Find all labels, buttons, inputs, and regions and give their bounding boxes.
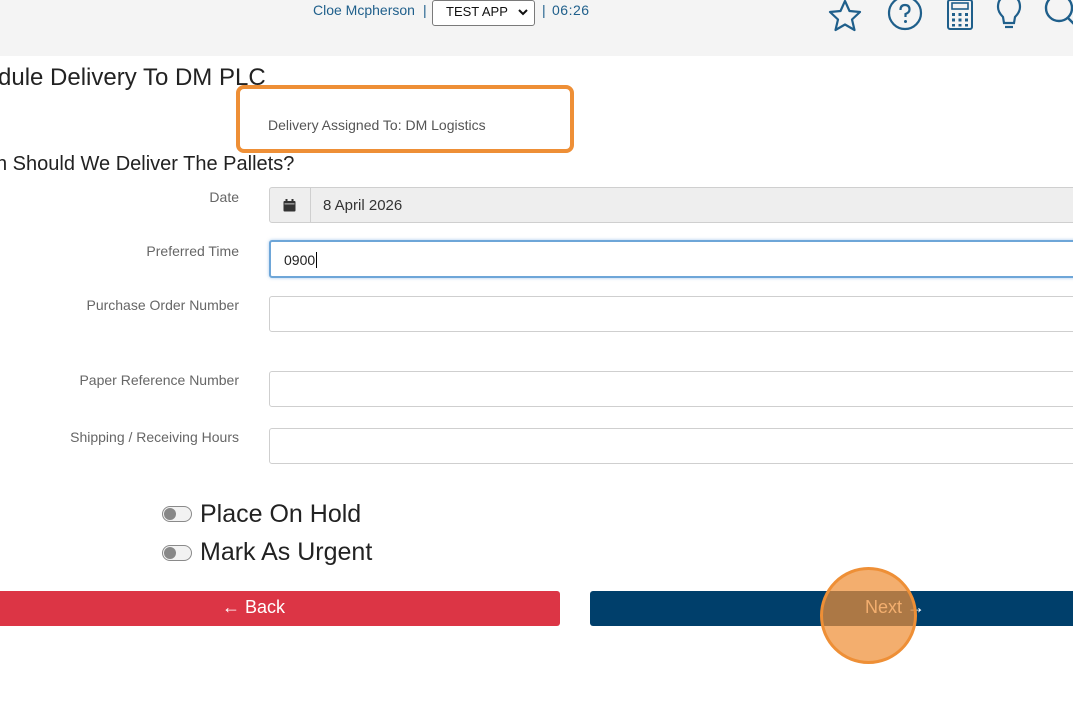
toggle-knob — [164, 508, 176, 520]
preferred-time-label: Preferred Time — [146, 243, 239, 259]
date-field[interactable]: 8 April 2026 — [269, 187, 1073, 223]
shipping-hours-input[interactable] — [269, 428, 1073, 464]
paper-reference-input[interactable] — [269, 371, 1073, 407]
purchase-order-label: Purchase Order Number — [86, 297, 239, 313]
delivery-assigned-text: Delivery Assigned To: DM Logistics — [268, 117, 486, 133]
page-title: dule Delivery To DM PLC — [0, 64, 266, 91]
shipping-hours-label: Shipping / Receiving Hours — [70, 429, 239, 445]
chevron-down-icon — [518, 9, 528, 16]
back-button-label: ← Back — [222, 597, 286, 617]
star-icon[interactable] — [826, 0, 864, 32]
preferred-time-input[interactable]: 0900 — [269, 240, 1073, 278]
text-caret — [316, 252, 318, 268]
place-on-hold-toggle[interactable] — [162, 506, 192, 522]
lightbulb-icon[interactable] — [994, 0, 1024, 32]
preferred-time-value: 0900 — [284, 252, 318, 268]
preferred-time-text: 0900 — [284, 252, 316, 268]
separator: | — [423, 2, 427, 18]
top-bar: Cloe Mcpherson | TEST APP | 06:26 — [0, 0, 1073, 56]
date-addon[interactable] — [270, 188, 311, 222]
mark-urgent-toggle[interactable] — [162, 545, 192, 561]
purchase-order-input[interactable] — [269, 296, 1073, 332]
calculator-icon[interactable] — [946, 0, 974, 32]
date-label: Date — [209, 189, 239, 205]
app-select-value: TEST APP — [446, 4, 508, 19]
date-value: 8 April 2026 — [323, 197, 403, 214]
search-icon[interactable] — [1043, 0, 1073, 32]
back-button[interactable]: ← Back — [0, 591, 560, 626]
place-on-hold-label[interactable]: Place On Hold — [200, 500, 361, 529]
user-name[interactable]: Cloe Mcpherson — [313, 2, 415, 18]
paper-reference-label: Paper Reference Number — [79, 372, 239, 388]
app-select[interactable]: TEST APP — [432, 0, 535, 26]
help-icon[interactable] — [886, 0, 924, 32]
mark-urgent-label[interactable]: Mark As Urgent — [200, 538, 372, 567]
separator: | — [542, 2, 546, 18]
toggle-knob — [164, 547, 176, 559]
clock: 06:26 — [552, 2, 590, 18]
section-title: n Should We Deliver The Pallets? — [0, 153, 295, 175]
next-button-label: Next → — [865, 597, 926, 617]
calendar-icon — [283, 199, 296, 212]
next-button[interactable]: Next → — [590, 591, 1073, 626]
